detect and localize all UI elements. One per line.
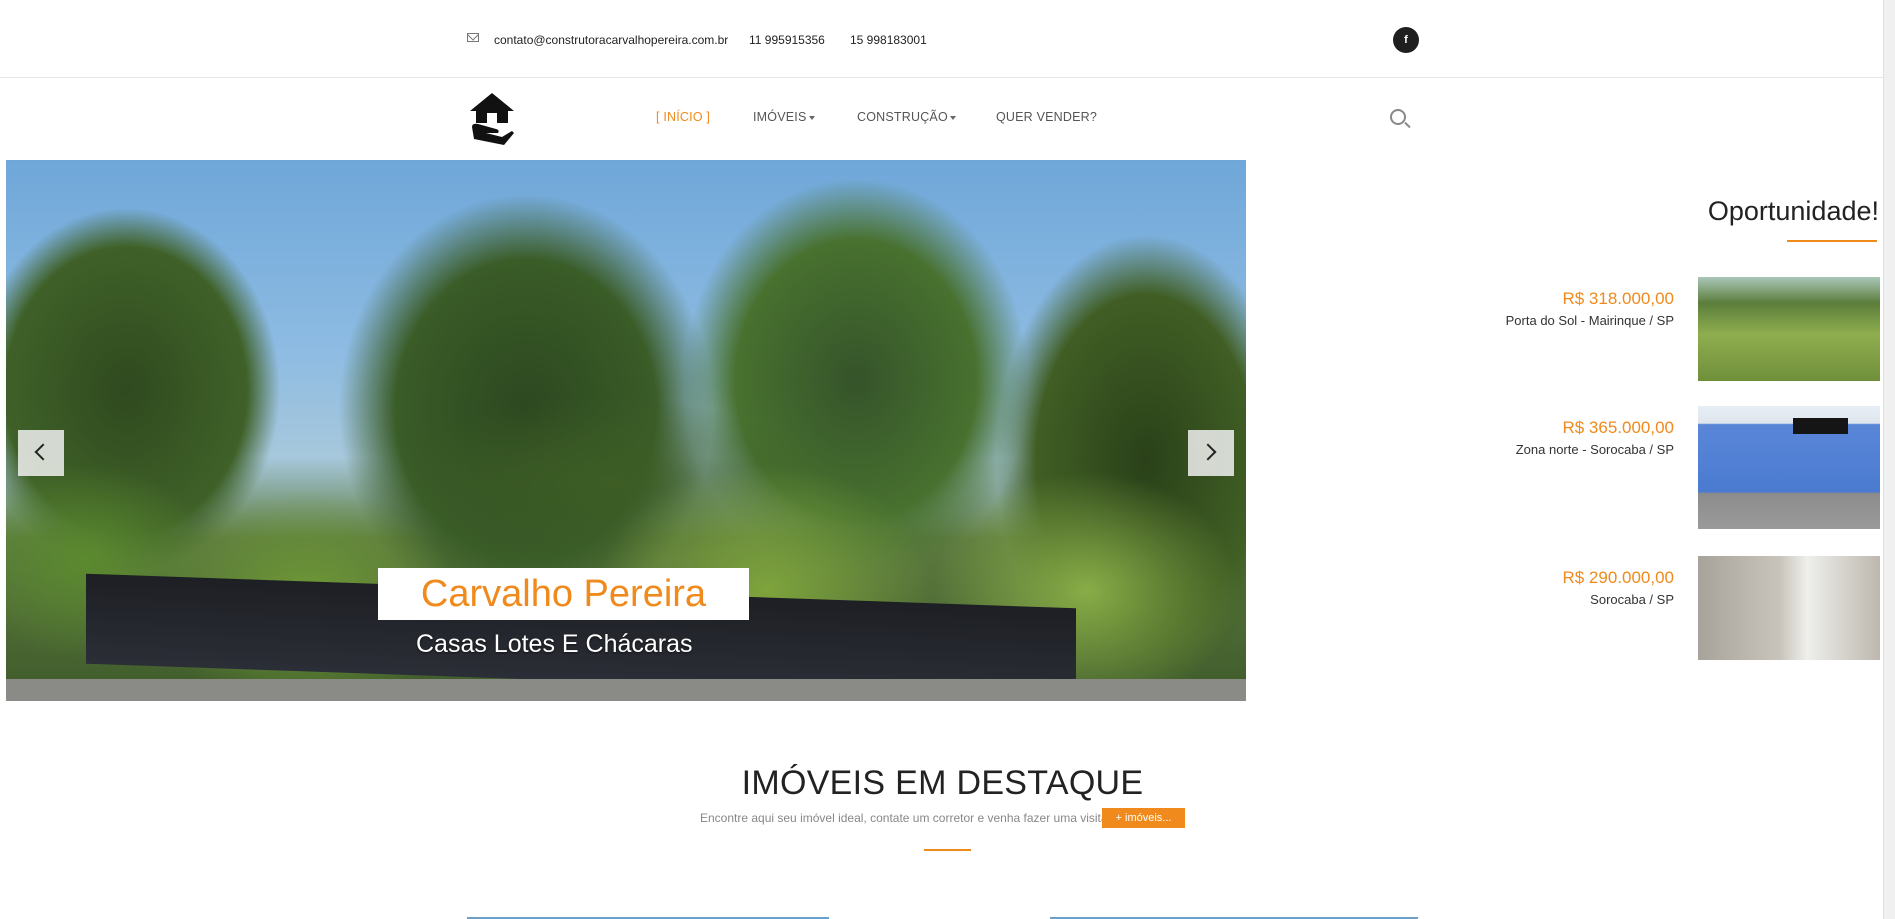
contact-phone-1[interactable]: 11 995915356 — [749, 33, 825, 47]
facebook-icon[interactable]: f — [1393, 27, 1419, 53]
house-logo-icon[interactable] — [468, 93, 516, 147]
caret-down-icon — [949, 115, 956, 120]
caret-down-icon — [808, 115, 815, 120]
oportunidade-location: Sorocaba / SP — [1590, 592, 1674, 607]
destaque-title: IMÓVEIS EM DESTAQUE — [741, 764, 1144, 802]
slide-title: Carvalho Pereira — [420, 573, 707, 615]
nav-construcao-label: CONSTRUÇÃO — [857, 110, 948, 124]
nav-quer-vender[interactable]: QUER VENDER? — [996, 110, 1097, 124]
oportunidade-location: Porta do Sol - Mairinque / SP — [1505, 313, 1674, 328]
nav-imoveis[interactable]: IMÓVEIS — [753, 110, 815, 124]
nav-imoveis-label: IMÓVEIS — [753, 110, 807, 124]
oportunidade-thumbnail[interactable] — [1698, 556, 1880, 660]
top-contact-bar: contato@construtoracarvalhopereira.com.b… — [0, 0, 1895, 78]
chevron-left-icon — [34, 443, 52, 461]
contact-phone-2[interactable]: 15 998183001 — [850, 33, 927, 47]
slider-next-button[interactable] — [1188, 430, 1234, 476]
oportunidade-title: Oportunidade! — [1707, 196, 1879, 226]
oportunidade-item[interactable]: R$ 365.000,00 Zona norte - Sorocaba / SP — [1440, 406, 1880, 529]
oportunidade-item[interactable]: R$ 290.000,00 Sorocaba / SP — [1440, 556, 1880, 660]
envelope-icon — [467, 33, 479, 42]
chevron-right-icon — [1199, 443, 1217, 461]
hero-slider[interactable]: Carvalho Pereira Casas Lotes E Chácaras — [6, 160, 1246, 701]
contact-email[interactable]: contato@construtoracarvalhopereira.com.b… — [494, 33, 728, 47]
destaque-subtitle: Encontre aqui seu imóvel ideal, contate … — [700, 811, 1111, 825]
slide-image-ground — [6, 679, 1246, 701]
nav-inicio[interactable]: [ INÍCIO ] — [656, 110, 710, 124]
oportunidade-price[interactable]: R$ 318.000,00 — [1562, 289, 1674, 309]
more-imoveis-button[interactable]: + imóveis... — [1102, 808, 1185, 828]
slide-title-box: Carvalho Pereira — [378, 568, 749, 620]
oportunidade-underline — [1787, 240, 1877, 242]
nav-construcao[interactable]: CONSTRUÇÃO — [857, 110, 956, 124]
page-scrollbar[interactable] — [1883, 0, 1895, 919]
oportunidade-price[interactable]: R$ 365.000,00 — [1562, 418, 1674, 438]
destaque-underline — [924, 849, 971, 851]
oportunidade-item[interactable]: R$ 318.000,00 Porta do Sol - Mairinque /… — [1440, 277, 1880, 381]
slide-subtitle: Casas Lotes E Chácaras — [416, 630, 693, 658]
oportunidade-location: Zona norte - Sorocaba / SP — [1515, 442, 1674, 457]
oportunidade-thumbnail[interactable] — [1698, 277, 1880, 381]
slider-prev-button[interactable] — [18, 430, 64, 476]
search-icon[interactable] — [1390, 109, 1406, 125]
oportunidade-thumbnail[interactable] — [1698, 406, 1880, 529]
oportunidade-price[interactable]: R$ 290.000,00 — [1562, 568, 1674, 588]
main-navigation: [ INÍCIO ] IMÓVEIS CONSTRUÇÃO QUER VENDE… — [0, 79, 1895, 159]
